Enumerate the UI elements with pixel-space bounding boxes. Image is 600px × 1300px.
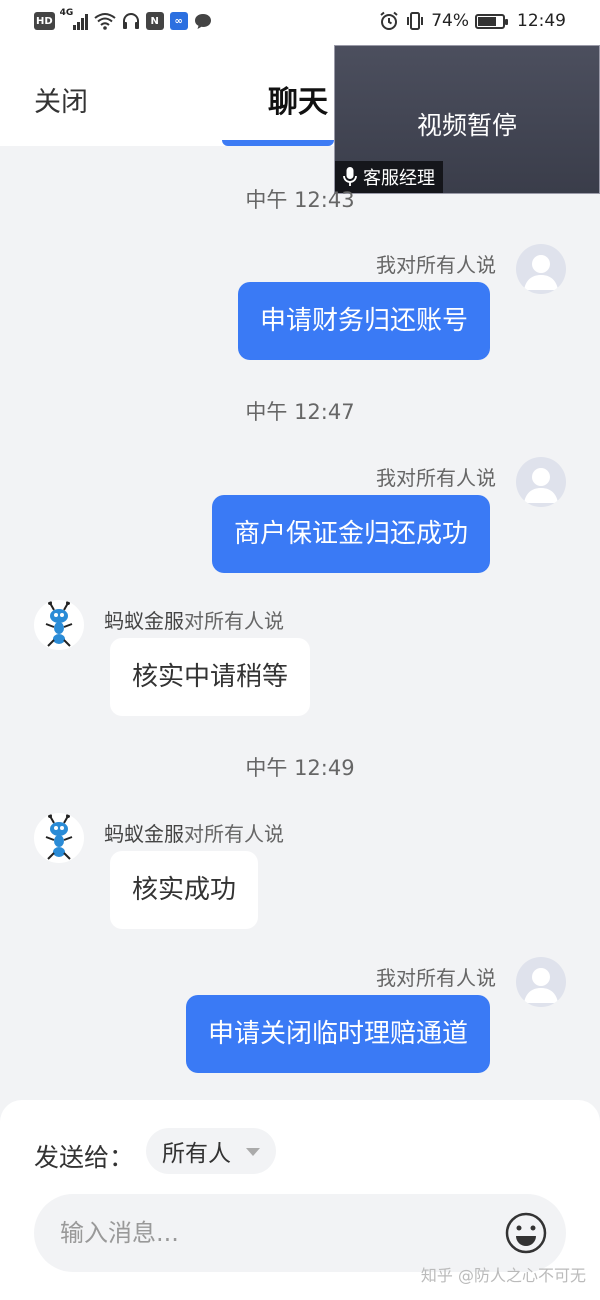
agent-avatar[interactable] bbox=[34, 600, 84, 650]
user-avatar[interactable] bbox=[516, 457, 566, 507]
sender-suffix: 对所有人说 bbox=[184, 822, 284, 846]
sender-label: 我对所有人说 bbox=[376, 466, 496, 490]
sender-label: 蚂蚁金服对所有人说 bbox=[104, 605, 284, 634]
recipient-value: 所有人 bbox=[162, 1141, 231, 1167]
close-button[interactable]: 关闭 bbox=[34, 80, 88, 119]
network-type-label: 4G bbox=[59, 8, 74, 18]
clock: 12:49 bbox=[517, 11, 566, 31]
timestamp: 中午 12:47 bbox=[245, 400, 355, 424]
vibrate-icon bbox=[407, 12, 424, 30]
page-title: 聊天 bbox=[268, 85, 328, 120]
default-avatar-icon bbox=[524, 968, 558, 1003]
ant-mascot-icon bbox=[45, 601, 73, 647]
status-icons-right: 74% 12:49 bbox=[379, 11, 566, 31]
status-icons-left: HD 4G N ∞ bbox=[34, 8, 212, 30]
sender-name: 蚂蚁金服 bbox=[104, 609, 184, 633]
message-icon bbox=[194, 14, 211, 29]
sender-label: 我对所有人说 bbox=[376, 253, 496, 277]
headset-icon bbox=[122, 13, 139, 29]
status-bar: HD 4G N ∞ 74% 12:49 bbox=[0, 0, 600, 44]
message-input[interactable] bbox=[60, 1194, 480, 1272]
battery-level-fill bbox=[478, 16, 496, 26]
timestamp: 中午 12:49 bbox=[245, 756, 355, 780]
emoji-button[interactable] bbox=[504, 1211, 548, 1255]
recipient-dropdown[interactable]: 所有人 bbox=[146, 1128, 276, 1174]
video-window[interactable]: 视频暂停 客服经理 bbox=[334, 45, 600, 194]
ant-mascot-icon bbox=[45, 814, 73, 860]
user-avatar[interactable] bbox=[516, 957, 566, 1007]
message-bubble[interactable]: 商户保证金归还成功 bbox=[211, 495, 490, 573]
agent-avatar[interactable] bbox=[34, 813, 84, 863]
message-bubble[interactable]: 申请关闭临时理赔通道 bbox=[185, 995, 490, 1073]
message-bubble[interactable]: 核实成功 bbox=[110, 851, 259, 929]
caret-down-icon bbox=[246, 1148, 260, 1156]
send-to-label: 发送给： bbox=[34, 1143, 135, 1172]
signal-icon: 4G bbox=[60, 8, 88, 30]
battery-percent: 74% bbox=[431, 11, 469, 31]
sender-suffix: 对所有人说 bbox=[184, 609, 284, 633]
timestamp: 中午 12:43 bbox=[245, 188, 355, 212]
sender-label: 我对所有人说 bbox=[376, 966, 496, 990]
nfc-icon: N bbox=[145, 12, 164, 30]
message-bubble[interactable]: 核实中请稍等 bbox=[110, 638, 311, 716]
sender-name: 蚂蚁金服 bbox=[104, 822, 184, 846]
default-avatar-icon bbox=[524, 468, 558, 503]
hd-icon: HD bbox=[34, 12, 55, 30]
watermark: 知乎 @防人之心不可无 bbox=[420, 1266, 586, 1285]
composer-panel: 发送给： 所有人 知乎 @防人之心不可无 bbox=[0, 1100, 600, 1300]
user-avatar[interactable] bbox=[516, 244, 566, 294]
battery-icon bbox=[475, 13, 508, 29]
message-input-container bbox=[34, 1194, 566, 1272]
app-notification-icon: ∞ bbox=[169, 12, 188, 30]
wifi-icon bbox=[94, 13, 116, 30]
alarm-icon bbox=[380, 11, 398, 30]
default-avatar-icon bbox=[524, 255, 558, 290]
sender-label: 蚂蚁金服对所有人说 bbox=[104, 818, 284, 847]
emoji-icon bbox=[505, 1212, 547, 1254]
video-status-text: 视频暂停 bbox=[416, 111, 517, 140]
tab-indicator bbox=[222, 140, 334, 146]
message-bubble[interactable]: 申请财务归还账号 bbox=[237, 282, 490, 360]
